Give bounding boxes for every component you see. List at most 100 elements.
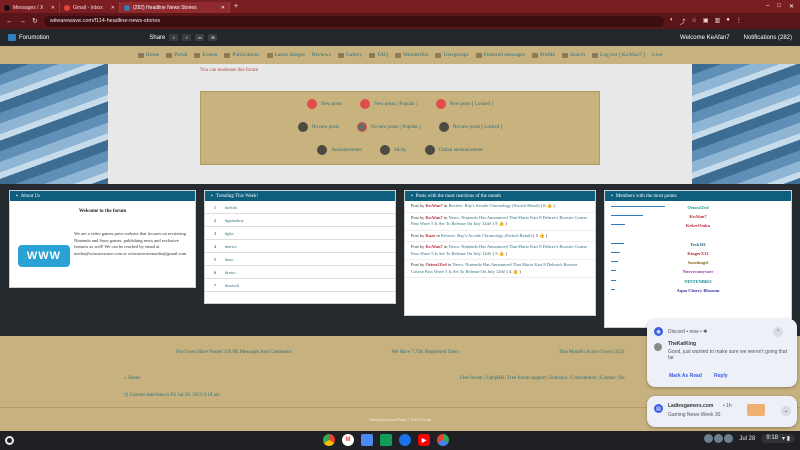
chevron-down-icon[interactable]: ⌄ <box>781 406 791 416</box>
menu-reviews[interactable]: Reviews <box>312 52 331 58</box>
post-topic-link[interactable]: Review: Ray's Arcade Chronology (Switch … <box>441 233 532 238</box>
member-row[interactable]: Aqua Cherry Blossom <box>605 286 791 295</box>
menu-portal[interactable]: Portal <box>166 52 187 58</box>
menu-faq[interactable]: FAQ <box>369 52 388 58</box>
recent-avatars[interactable] <box>704 434 734 443</box>
trending-row[interactable]: 5 #nso <box>205 253 395 266</box>
menu-memberlist[interactable]: Memberlist <box>394 52 428 58</box>
trending-tag[interactable]: #gameboy <box>225 218 244 223</box>
member-row[interactable] <box>605 231 791 240</box>
play-store-icon[interactable] <box>437 434 449 446</box>
tab-messages-x[interactable]: Messages / X ✕ <box>0 2 60 13</box>
menu-gallery[interactable]: Gallery <box>337 52 362 58</box>
trending-tag[interactable]: #retro <box>225 270 236 275</box>
member-name[interactable]: KekerOtaku <box>686 223 710 228</box>
menu-icon[interactable]: ⋮ <box>736 17 742 26</box>
welcome-user[interactable]: Welcome KeAfan7 <box>680 35 730 41</box>
post-author[interactable]: Orion1Zed <box>426 262 447 267</box>
ladiesgamers-notification[interactable]: ▤ Ladiesgamers.com • 1h Gaming News Week… <box>647 396 797 427</box>
member-row[interactable]: KeAfan7 <box>605 212 791 221</box>
cast-icon[interactable]: ◐ <box>670 17 674 26</box>
discord-notification[interactable]: ◉ Discord • now • ✱ ⌃ TheKatKing Good, j… <box>647 319 797 387</box>
chrome-icon[interactable] <box>323 434 335 446</box>
post-author[interactable]: Kaze <box>426 233 436 238</box>
close-icon[interactable]: ✕ <box>51 5 55 11</box>
member-name[interactable]: Sanshingel <box>688 260 709 265</box>
close-window-icon[interactable]: ✕ <box>789 3 794 10</box>
post-author[interactable]: KeAfan7 <box>426 215 443 220</box>
stat-registered[interactable]: We Have 7.75K Registered Users <box>392 350 459 355</box>
facebook-icon[interactable]: f <box>169 34 179 41</box>
profile-icon[interactable]: ● <box>726 17 730 26</box>
member-row[interactable]: Orion1Zed <box>605 203 791 212</box>
close-icon[interactable]: ✕ <box>221 5 225 11</box>
extensions-icon[interactable]: ▣ <box>703 17 709 26</box>
new-tab-icon[interactable]: + <box>234 3 238 10</box>
member-row[interactable]: Sanshingel <box>605 258 791 267</box>
member-name[interactable]: Orion1Zed <box>687 205 708 210</box>
date-label[interactable]: Jul 28 <box>739 436 755 442</box>
twitter-icon[interactable]: t <box>182 34 192 41</box>
member-name[interactable]: NINTENBRO <box>684 279 711 284</box>
member-row[interactable]: Teck101 <box>605 240 791 249</box>
status-area[interactable]: 9:18 ▾ ▮ <box>761 434 795 443</box>
menu-home[interactable]: Home <box>137 52 159 58</box>
notifications-link[interactable]: Notifications (282) <box>744 35 792 41</box>
menu-events[interactable]: Events <box>194 52 217 58</box>
trending-row[interactable]: 1 #zelda <box>205 201 395 214</box>
moderate-notice[interactable]: You can moderate this forum <box>200 68 258 73</box>
sidepanel-icon[interactable]: ▥ <box>715 17 721 26</box>
member-name[interactable]: KeAfan7 <box>689 214 706 219</box>
member-row[interactable]: NINTENBRO <box>605 277 791 286</box>
member-name[interactable]: Aqua Cherry Blossom <box>677 288 720 293</box>
close-icon[interactable]: ✕ <box>111 5 115 11</box>
trending-tag[interactable]: #nso <box>225 257 234 262</box>
messenger-icon[interactable]: m <box>195 34 205 41</box>
post-topic-link[interactable]: Review: Ray's Arcade Chronology (Switch … <box>449 203 540 208</box>
footer-links[interactable]: Free forum | ©phpBB | Free forum support… <box>460 376 625 381</box>
menu-usergroups[interactable]: Usergroups <box>435 52 469 58</box>
menu-featured-messages[interactable]: Featured messages <box>475 52 525 58</box>
forward-icon[interactable]: → <box>19 18 26 25</box>
member-name[interactable]: Teck101 <box>690 242 706 247</box>
stat-messages[interactable]: Our Users Have Posted 118.9K Messages An… <box>176 350 292 355</box>
email-icon[interactable]: ✉ <box>208 34 218 41</box>
post-author[interactable]: KeAfan7 <box>426 244 443 249</box>
messages-icon[interactable] <box>399 434 411 446</box>
member-row[interactable]: Nurvecomyvaer <box>605 267 791 276</box>
stat-active-users[interactable]: This Month's Active Users (322) <box>559 350 624 355</box>
forumotion-logo[interactable]: Forumotion <box>8 34 49 41</box>
member-name[interactable]: KingerX32 <box>687 251 708 256</box>
files-icon[interactable] <box>361 434 373 446</box>
url-input[interactable]: wiiwarewave.com/f114-headline-news-stori… <box>43 15 664 27</box>
youtube-icon[interactable]: ▶ <box>418 434 430 446</box>
sheets-icon[interactable] <box>380 434 392 446</box>
menu-latest-images[interactable]: Latest images <box>266 52 305 58</box>
launcher-icon[interactable] <box>5 436 14 445</box>
trending-row[interactable]: 3 #gbc <box>205 227 395 240</box>
menu-publications[interactable]: Publications <box>224 52 260 58</box>
footer-home-link[interactable]: ⌂ Home <box>124 376 141 381</box>
post-author[interactable]: KeAfan7 <box>426 203 443 208</box>
back-icon[interactable]: ← <box>6 18 13 25</box>
trending-row[interactable]: 6 #retro <box>205 266 395 279</box>
menu-live[interactable]: Live <box>652 52 662 58</box>
chevron-up-icon[interactable]: ⌃ <box>773 327 783 337</box>
share-icon[interactable]: ⤴ <box>680 17 686 26</box>
tab-gmail[interactable]: Gmail - Inbox ✕ <box>60 2 120 13</box>
member-row[interactable]: KingerX32 <box>605 249 791 258</box>
gmail-icon[interactable]: M <box>342 434 354 446</box>
minimize-icon[interactable]: – <box>766 3 769 10</box>
trending-tag[interactable]: #switch <box>225 283 239 288</box>
trending-row[interactable]: 2 #gameboy <box>205 214 395 227</box>
menu-profile[interactable]: Profile <box>532 52 555 58</box>
trending-row[interactable]: 4 #news <box>205 240 395 253</box>
bookmark-icon[interactable]: ☆ <box>692 17 697 26</box>
tab-headline-news[interactable]: (282) Headline News Stories ✕ <box>120 2 230 13</box>
reload-icon[interactable]: ↻ <box>32 17 38 25</box>
admin-panel-links[interactable]: Administration Panel | Edit Forum <box>369 417 431 422</box>
trending-tag[interactable]: #zelda <box>225 205 237 210</box>
reply-button[interactable]: Reply <box>714 373 728 379</box>
trending-row[interactable]: 7 #switch <box>205 279 395 292</box>
member-row[interactable]: KekerOtaku <box>605 221 791 230</box>
